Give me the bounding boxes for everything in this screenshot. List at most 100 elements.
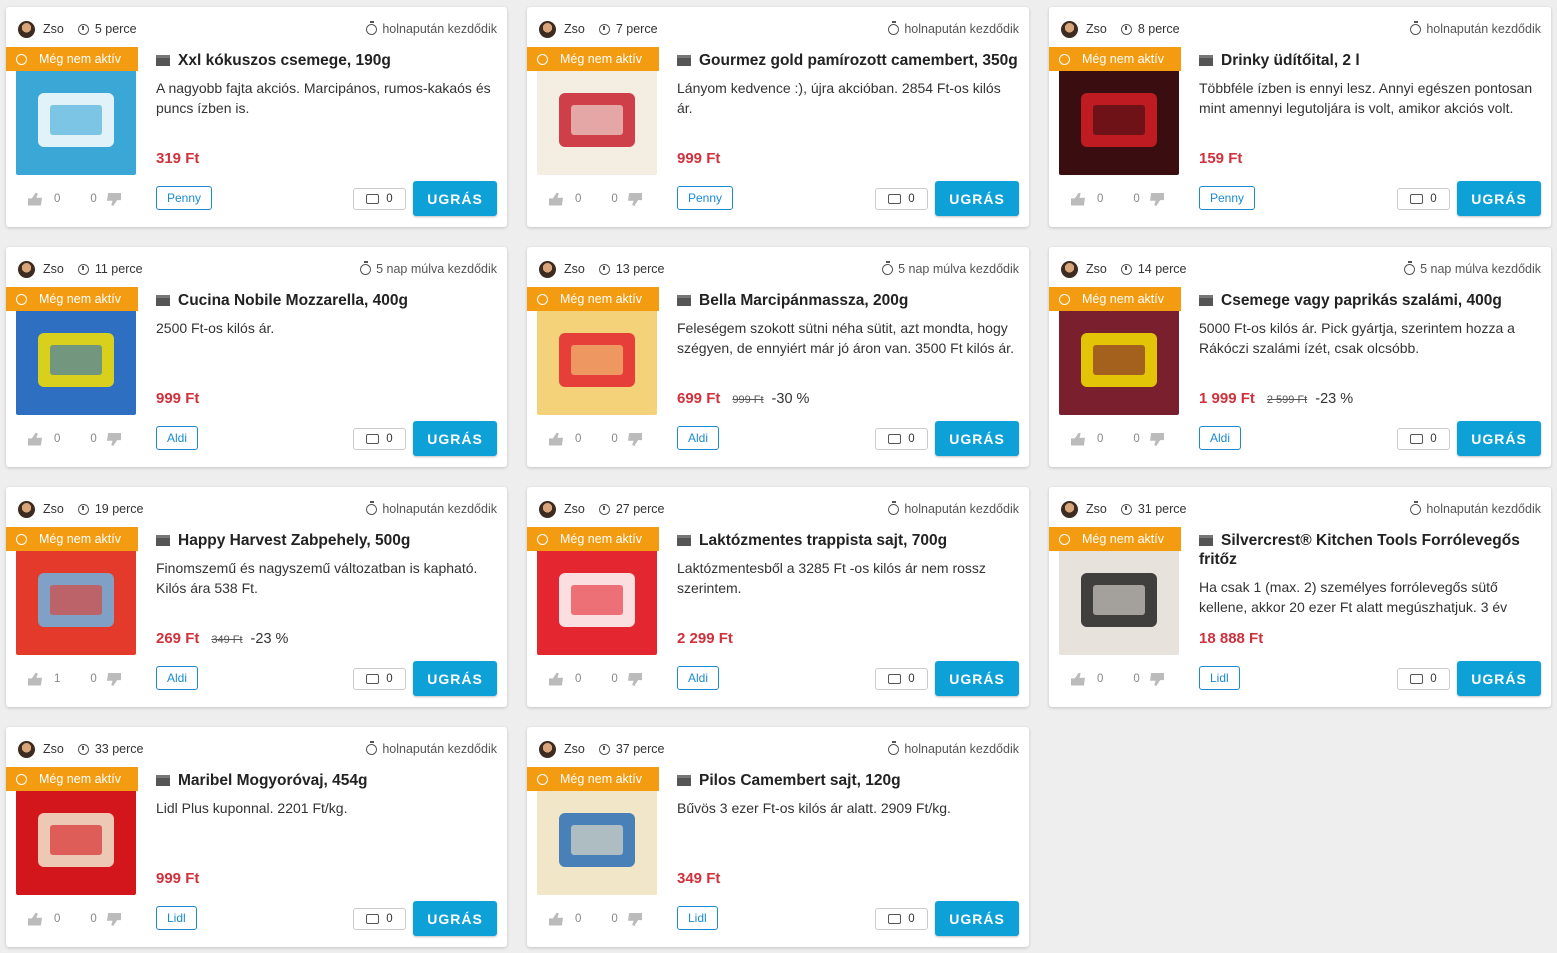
comments-button[interactable]: 0 [1397,428,1450,450]
deal-title[interactable]: Drinky üdítőital, 2 l [1221,52,1360,69]
username[interactable]: Zso [1086,502,1107,516]
thumb-up-icon[interactable] [28,192,42,206]
thumb-down-icon[interactable] [107,433,121,446]
store-chip[interactable]: Aldi [1199,426,1242,450]
thumb-down-icon[interactable] [628,673,642,686]
avatar[interactable] [539,20,556,38]
go-button[interactable]: UGRÁS [1457,661,1541,696]
thumb-up-icon[interactable] [549,672,563,686]
avatar[interactable] [1061,20,1078,38]
thumb-up-icon[interactable] [549,912,563,926]
product-image[interactable] [16,545,136,655]
comments-button[interactable]: 0 [1397,188,1450,210]
comments-button[interactable]: 0 [875,908,928,930]
deal-title[interactable]: Happy Harvest Zabpehely, 500g [178,532,410,549]
thumb-down-icon[interactable] [628,433,642,446]
deal-title[interactable]: Cucina Nobile Mozzarella, 400g [178,292,408,309]
product-image[interactable] [1059,545,1179,655]
product-image[interactable] [1059,305,1179,415]
comments-button[interactable]: 0 [353,188,406,210]
username[interactable]: Zso [43,502,64,516]
store-chip[interactable]: Lidl [156,906,197,930]
comments-button[interactable]: 0 [875,668,928,690]
store-chip[interactable]: Penny [156,186,213,210]
product-image[interactable] [537,65,657,175]
deal-title[interactable]: Bella Marcipánmassza, 200g [699,292,908,309]
go-button[interactable]: UGRÁS [935,421,1019,456]
username[interactable]: Zso [564,742,585,756]
go-button[interactable]: UGRÁS [1457,181,1541,216]
avatar[interactable] [18,500,35,518]
thumb-up-icon[interactable] [1071,192,1085,206]
thumb-up-icon[interactable] [28,912,42,926]
avatar[interactable] [539,260,556,278]
username[interactable]: Zso [43,262,64,276]
product-image[interactable] [537,785,657,895]
deal-title[interactable]: Gourmez gold pamírozott camembert, 350g [699,52,1018,69]
product-image[interactable] [16,65,136,175]
thumb-down-icon[interactable] [1150,433,1164,446]
store-chip[interactable]: Aldi [156,666,199,690]
thumb-down-icon[interactable] [1150,673,1164,686]
thumb-up-icon[interactable] [1071,672,1085,686]
thumb-up-icon[interactable] [28,672,42,686]
avatar[interactable] [18,260,35,278]
store-chip[interactable]: Penny [677,186,734,210]
avatar[interactable] [539,740,556,758]
comments-button[interactable]: 0 [353,668,406,690]
clock-icon [598,263,610,275]
go-button[interactable]: UGRÁS [413,421,497,456]
thumb-down-icon[interactable] [628,913,642,926]
thumb-down-icon[interactable] [1150,193,1164,206]
thumb-up-icon[interactable] [549,192,563,206]
deal-title[interactable]: Laktózmentes trappista sajt, 700g [699,532,947,549]
deal-title[interactable]: Maribel Mogyoróvaj, 454g [178,772,368,789]
product-image[interactable] [537,305,657,415]
product-image[interactable] [1059,65,1179,175]
store-chip[interactable]: Penny [1199,186,1256,210]
deal-title[interactable]: Csemege vagy paprikás szalámi, 400g [1221,292,1502,309]
username[interactable]: Zso [564,262,585,276]
go-button[interactable]: UGRÁS [413,901,497,936]
username[interactable]: Zso [1086,262,1107,276]
store-chip[interactable]: Lidl [677,906,718,930]
thumb-down-icon[interactable] [107,913,121,926]
thumb-up-icon[interactable] [28,432,42,446]
go-button[interactable]: UGRÁS [935,181,1019,216]
avatar[interactable] [1061,260,1078,278]
product-image[interactable] [537,545,657,655]
avatar[interactable] [1061,500,1078,518]
username[interactable]: Zso [43,742,64,756]
thumb-up-icon[interactable] [549,432,563,446]
comments-button[interactable]: 0 [1397,668,1450,690]
avatar[interactable] [539,500,556,518]
go-button[interactable]: UGRÁS [935,901,1019,936]
go-button[interactable]: UGRÁS [413,181,497,216]
deal-title[interactable]: Xxl kókuszos csemege, 190g [178,52,391,69]
avatar[interactable] [18,740,35,758]
comments-button[interactable]: 0 [353,428,406,450]
comments-button[interactable]: 0 [875,188,928,210]
store-chip[interactable]: Aldi [677,666,720,690]
product-image[interactable] [16,305,136,415]
go-button[interactable]: UGRÁS [413,661,497,696]
username[interactable]: Zso [564,502,585,516]
deal-title[interactable]: Silvercrest® Kitchen Tools Forrólevegős … [1199,532,1520,568]
thumb-down-icon[interactable] [107,673,121,686]
store-chip[interactable]: Aldi [677,426,720,450]
avatar[interactable] [18,20,35,38]
deal-title[interactable]: Pilos Camembert sajt, 120g [699,772,901,789]
store-chip[interactable]: Aldi [156,426,199,450]
go-button[interactable]: UGRÁS [935,661,1019,696]
thumb-down-icon[interactable] [107,193,121,206]
thumb-up-icon[interactable] [1071,432,1085,446]
username[interactable]: Zso [43,22,64,36]
comments-button[interactable]: 0 [875,428,928,450]
store-chip[interactable]: Lidl [1199,666,1240,690]
go-button[interactable]: UGRÁS [1457,421,1541,456]
username[interactable]: Zso [1086,22,1107,36]
comments-button[interactable]: 0 [353,908,406,930]
username[interactable]: Zso [564,22,585,36]
product-image[interactable] [16,785,136,895]
thumb-down-icon[interactable] [628,193,642,206]
